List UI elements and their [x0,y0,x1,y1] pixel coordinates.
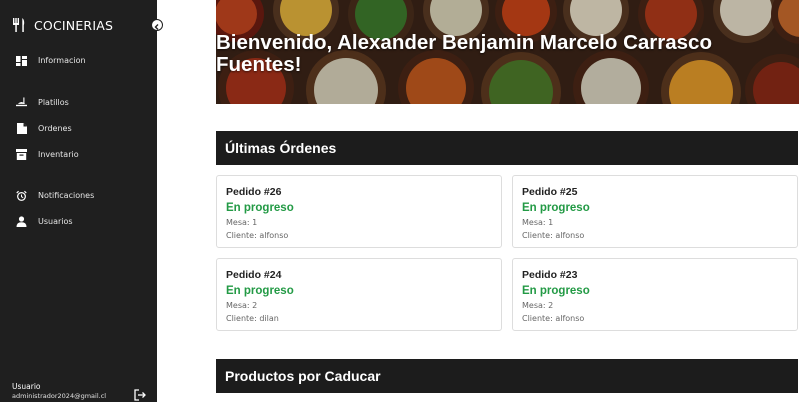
hero-banner: Bienvenido, Alexander Benjamin Marcelo C… [216,0,799,104]
order-status: En progreso [522,202,590,214]
order-table: Mesa: 2 [226,301,258,310]
dashboard-icon [16,55,27,66]
sidebar-item-label: Ordenes [38,124,72,133]
dish-icon [16,97,27,108]
alarm-icon [16,190,27,201]
current-user: Usuario administrador2024@gmail.cl [12,382,106,401]
sidebar-item-inventario[interactable]: Inventario [16,149,79,160]
brand[interactable]: COCINERIAS [12,17,113,33]
orders-icon [16,123,27,134]
order-card[interactable]: Pedido #26 En progreso Mesa: 1 Cliente: … [216,175,502,248]
logout-icon[interactable] [134,386,146,401]
cutlery-icon [12,17,26,33]
order-client: Cliente: dilan [226,314,279,323]
order-title: Pedido #25 [522,186,578,198]
sidebar-item-label: Informacion [38,56,86,65]
order-table: Mesa: 1 [226,218,258,227]
order-client: Cliente: alfonso [522,231,585,240]
welcome-title: Bienvenido, Alexander Benjamin Marcelo C… [216,31,712,76]
user-label: Usuario [12,382,41,391]
order-title: Pedido #23 [522,269,578,281]
inventory-icon [16,149,27,160]
chevron-left-icon [153,16,161,35]
order-title: Pedido #26 [226,186,282,198]
brand-title: COCINERIAS [34,17,114,33]
user-icon [16,216,27,227]
order-table: Mesa: 1 [522,218,554,227]
order-title: Pedido #24 [226,269,282,281]
sidebar-item-usuarios[interactable]: Usuarios [16,216,73,227]
order-client: Cliente: alfonso [226,231,289,240]
sidebar-item-label: Usuarios [38,217,73,226]
user-email: administrador2024@gmail.cl [12,392,107,400]
sidebar-item-label: Platillos [38,98,69,107]
app-root: COCINERIAS Informacion Platillos Ordenes… [0,0,799,402]
sidebar-item-ordenes[interactable]: Ordenes [16,123,72,134]
sidebar-item-label: Inventario [38,150,79,159]
sidebar-collapse-button[interactable] [151,19,163,31]
order-status: En progreso [226,285,294,297]
sidebar-item-label: Notificaciones [38,191,95,200]
latest-orders-header: Últimas Órdenes [216,131,798,165]
order-table: Mesa: 2 [522,301,554,310]
sidebar-item-notificaciones[interactable]: Notificaciones [16,190,94,201]
sidebar-item-platillos[interactable]: Platillos [16,97,69,108]
order-card[interactable]: Pedido #23 En progreso Mesa: 2 Cliente: … [512,258,798,331]
expiring-products-header: Productos por Caducar [216,359,798,393]
sidebar-item-informacion[interactable]: Informacion [16,55,86,66]
order-card[interactable]: Pedido #24 En progreso Mesa: 2 Cliente: … [216,258,502,331]
order-status: En progreso [522,285,590,297]
sidebar: COCINERIAS Informacion Platillos Ordenes… [0,0,157,402]
order-client: Cliente: alfonso [522,314,585,323]
order-card[interactable]: Pedido #25 En progreso Mesa: 1 Cliente: … [512,175,798,248]
order-status: En progreso [226,202,294,214]
